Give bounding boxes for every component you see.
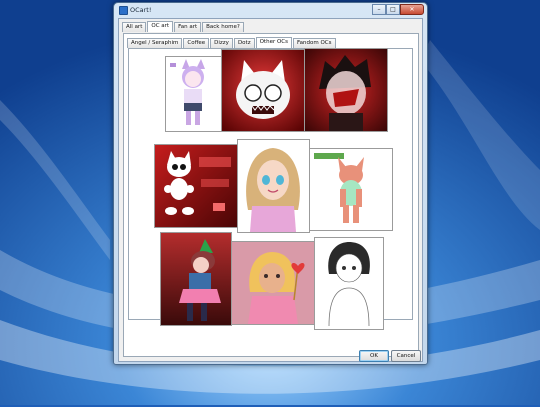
main-tab-bar: All art OC art Fan art Back home? — [122, 21, 245, 32]
gallery-image-9[interactable] — [314, 237, 384, 330]
gallery-image-1[interactable] — [165, 56, 222, 132]
app-icon — [119, 6, 128, 15]
tab-back-home[interactable]: Back home? — [202, 22, 244, 32]
tab-coffee[interactable]: Coffee — [183, 38, 210, 48]
catgirl-art — [166, 57, 221, 131]
sub-tab-bar: Angel / Seraphim Coffee Dizzy Dotz Other… — [127, 37, 337, 48]
title-bar[interactable]: OCart! – □ ✕ — [114, 3, 427, 17]
gallery-image-3[interactable] — [304, 48, 388, 132]
clown-girl-art — [161, 233, 231, 325]
ok-button[interactable]: OK — [359, 350, 389, 362]
bunny-character-art — [310, 149, 392, 230]
tab-dotz[interactable]: Dotz — [233, 38, 255, 48]
heart-wand-girl-art — [232, 242, 314, 324]
gallery-image-7[interactable] — [160, 232, 232, 326]
dialog-client-area: All art OC art Fan art Back home? Angel … — [118, 18, 423, 362]
window-controls: – □ ✕ — [372, 4, 424, 15]
maximize-button[interactable]: □ — [386, 4, 400, 15]
blonde-girl-art — [238, 140, 309, 232]
tab-dizzy[interactable]: Dizzy — [210, 38, 233, 48]
oc-art-panel: Angel / Seraphim Coffee Dizzy Dotz Other… — [123, 33, 419, 357]
gallery-image-5[interactable] — [237, 139, 310, 233]
gallery-image-8[interactable] — [231, 241, 315, 325]
dialog-window: OCart! – □ ✕ All art OC art Fan art Back… — [113, 2, 428, 365]
dark-figure-art — [305, 49, 387, 131]
cat-mask-art — [222, 50, 304, 131]
window-title: OCart! — [130, 6, 152, 14]
tab-angel-seraphim[interactable]: Angel / Seraphim — [127, 38, 183, 48]
dark-haired-girl-sketch — [315, 238, 383, 329]
close-button[interactable]: ✕ — [400, 4, 424, 15]
gallery-image-2[interactable] — [221, 49, 305, 132]
gallery-image-6[interactable] — [309, 148, 393, 231]
tab-all-art[interactable]: All art — [122, 22, 147, 32]
tab-other-ocs[interactable]: Other OCs — [255, 37, 292, 48]
minimize-button[interactable]: – — [372, 4, 386, 15]
gallery-image-4[interactable] — [154, 144, 238, 228]
tab-fandom-ocs[interactable]: Fandom OCs — [293, 38, 336, 48]
cancel-button[interactable]: Cancel — [391, 350, 421, 362]
gallery-panel — [128, 48, 413, 330]
tab-fan-art[interactable]: Fan art — [174, 22, 202, 32]
tab-oc-art[interactable]: OC art — [147, 21, 174, 32]
dotz-sprite-art — [155, 145, 237, 227]
